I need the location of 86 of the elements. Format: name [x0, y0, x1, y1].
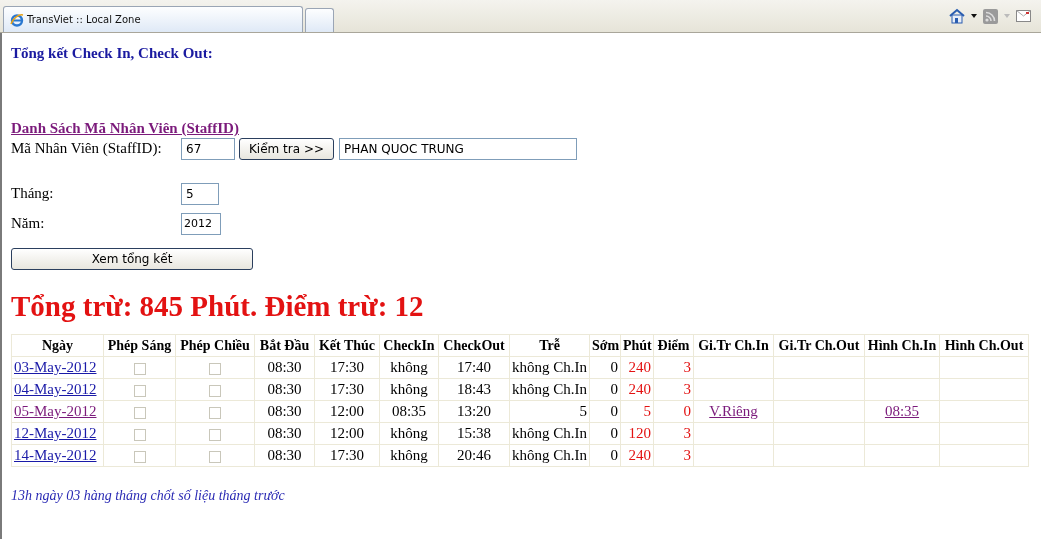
- table-cell: 17:30: [314, 444, 380, 467]
- table-cell: 3: [653, 444, 694, 467]
- table-cell: 240: [620, 356, 654, 379]
- footer-note: 13h ngày 03 hàng tháng chốt số liệu tháng trước: [11, 488, 285, 504]
- table-cell: 0: [589, 356, 621, 379]
- column-header: Phút: [620, 334, 654, 357]
- table-cell: 08:30: [254, 422, 315, 445]
- column-header: Bắt Đầu: [254, 334, 315, 357]
- table-cell: không: [379, 378, 439, 401]
- table-cell: 08:30: [254, 356, 315, 379]
- table-cell: không: [379, 356, 439, 379]
- table-cell: 120: [620, 422, 654, 445]
- checkbox[interactable]: [133, 428, 146, 441]
- checkbox[interactable]: [133, 362, 146, 375]
- table-cell: 17:40: [438, 356, 510, 379]
- checkbox[interactable]: [133, 406, 146, 419]
- table-cell: 240: [620, 378, 654, 401]
- column-header: Hình Ch.Out: [939, 334, 1029, 357]
- staff-list-link[interactable]: Danh Sách Mã Nhân Viên (StaffID): [11, 120, 239, 137]
- column-header: Kết Thúc: [314, 334, 380, 357]
- table-cell: không Ch.In: [509, 378, 590, 401]
- checkbox[interactable]: [209, 384, 221, 397]
- column-header: Sớm: [589, 334, 621, 357]
- table-cell: 08:30: [254, 400, 315, 423]
- column-header: Ngày: [11, 334, 104, 357]
- browser-tab[interactable]: TransViet :: Local Zone: [3, 6, 303, 32]
- table-cell: 12:00: [314, 400, 380, 423]
- total-deduction: Tổng trừ: 845 Phút. Điểm trừ: 12: [11, 290, 424, 323]
- mail-icon[interactable]: [1016, 10, 1031, 22]
- column-header: Điểm: [653, 334, 694, 357]
- table-cell: 0: [589, 444, 621, 467]
- checkbox[interactable]: [209, 450, 221, 463]
- field-label: Tháng:: [11, 185, 55, 202]
- table-cell: 0: [589, 422, 621, 445]
- table-cell: 20:46: [438, 444, 510, 467]
- table-cell: 5: [509, 400, 590, 423]
- new-tab-button[interactable]: [305, 8, 334, 32]
- page-title: Tổng kết Check In, Check Out:: [11, 45, 213, 62]
- column-header: Trễ: [509, 334, 590, 357]
- table-cell: không Ch.In: [509, 422, 590, 445]
- caret-icon[interactable]: [971, 14, 977, 18]
- column-header: Phép Chiều: [175, 334, 255, 357]
- table-cell: 3: [653, 378, 694, 401]
- table-cell: 15:38: [438, 422, 510, 445]
- home-icon[interactable]: [949, 8, 965, 24]
- table-cell: 0: [589, 400, 621, 423]
- year-field[interactable]: 2012: [181, 212, 221, 235]
- table-cell: không Ch.In: [509, 444, 590, 467]
- table-cell: 0: [653, 400, 694, 423]
- table-cell: 0: [589, 378, 621, 401]
- table-cell: 08:35: [379, 400, 439, 423]
- column-header: CheckIn: [379, 334, 439, 357]
- column-header: Gi.Tr Ch.Out: [773, 334, 865, 357]
- checkbox[interactable]: [209, 428, 221, 441]
- table-cell: 08:30: [254, 444, 315, 467]
- checkbox[interactable]: [133, 450, 146, 463]
- table-cell: 5: [620, 400, 654, 423]
- month-field[interactable]: 5: [181, 182, 219, 205]
- table-cell: 08:30: [254, 378, 315, 401]
- column-header: Gi.Tr Ch.In: [693, 334, 774, 357]
- checkbox[interactable]: [133, 384, 146, 397]
- staff-id-field[interactable]: 67: [181, 137, 235, 160]
- table-cell: 17:30: [314, 378, 380, 401]
- column-header: Phép Sáng: [103, 334, 176, 357]
- column-header: CheckOut: [438, 334, 510, 357]
- checkbox[interactable]: [209, 406, 221, 419]
- browser-logo-icon: [10, 12, 24, 27]
- table-cell: 12:00: [314, 422, 380, 445]
- field-label: Mã Nhân Viên (StaffID):: [11, 140, 163, 157]
- table-cell: 13:20: [438, 400, 510, 423]
- check-button[interactable]: Kiểm tra >>: [239, 137, 334, 160]
- column-header: Hình Ch.In: [864, 334, 940, 357]
- table-cell: 18:43: [438, 378, 510, 401]
- table-cell: 3: [653, 422, 694, 445]
- summary-button[interactable]: Xem tổng kết: [11, 247, 253, 270]
- table-cell: không Ch.In: [509, 356, 590, 379]
- checkbox[interactable]: [209, 362, 221, 375]
- table-cell: không: [379, 422, 439, 445]
- table-cell: 17:30: [314, 356, 380, 379]
- field-label: Năm:: [11, 215, 46, 232]
- staff-name-field[interactable]: PHAN QUOC TRUNG: [339, 137, 577, 160]
- tab-title: TransViet :: Local Zone: [27, 14, 141, 25]
- table-cell: 240: [620, 444, 654, 467]
- table-cell: 3: [653, 356, 694, 379]
- table-cell: không: [379, 444, 439, 467]
- feed-icon[interactable]: [983, 8, 998, 24]
